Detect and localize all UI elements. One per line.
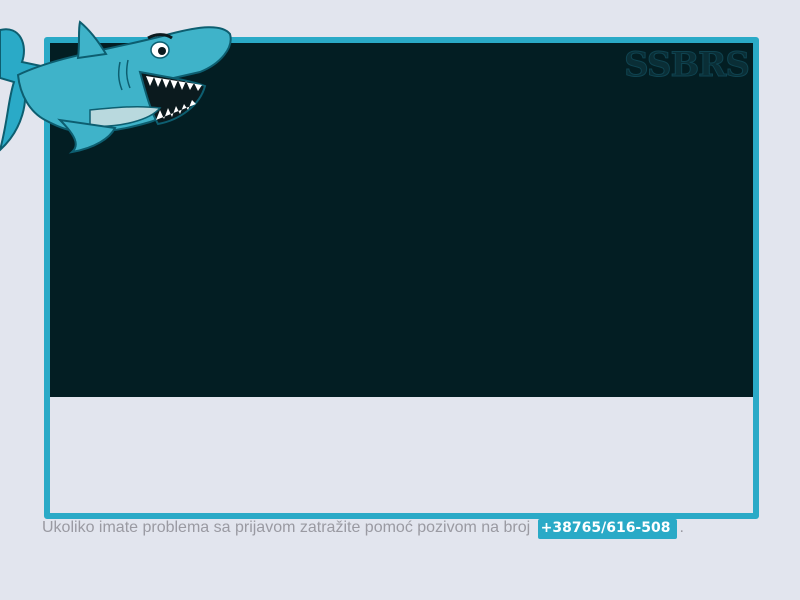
support-phone-badge[interactable]: +38765/616-508	[537, 519, 678, 539]
shark-mascot-icon	[0, 20, 232, 154]
brand-logo: SSBRS	[624, 45, 751, 86]
login-form-area	[50, 397, 753, 513]
help-message: Ukoliko imate problema sa prijavom zatra…	[42, 519, 684, 539]
help-text: Ukoliko imate problema sa prijavom zatra…	[42, 519, 531, 536]
help-trailing: .	[679, 519, 684, 536]
login-page: SSBRS Ukoliko imate problema sa prijavom…	[0, 0, 800, 600]
